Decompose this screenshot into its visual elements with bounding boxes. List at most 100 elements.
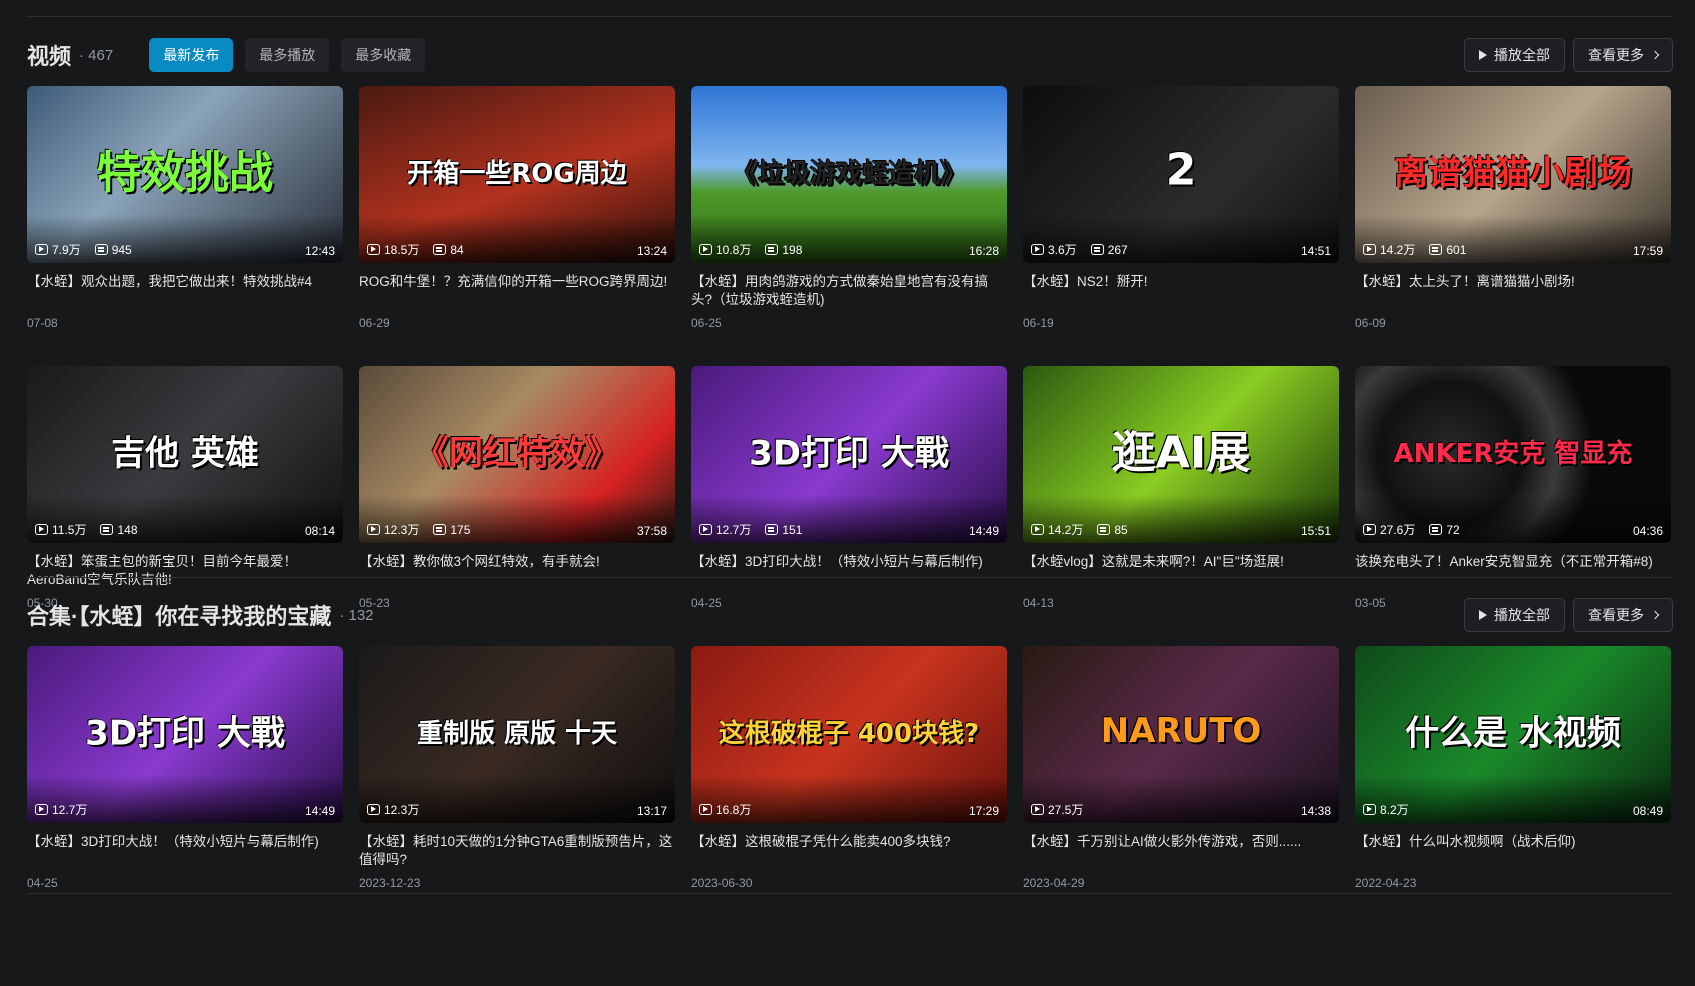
video-duration: 17:59 [1632,244,1663,258]
play-count-icon [699,804,712,815]
video-card[interactable]: 2 3.6万 267 14:51 【水蛭】NS2！掰开! 06-19 [1023,86,1339,349]
video-thumbnail[interactable]: 逛AI展 14.2万 85 15:51 [1023,366,1339,543]
video-thumbnail[interactable]: 这根破棍子 400块钱? 16.8万 17:29 [691,646,1007,823]
video-card[interactable]: 离谱猫猫小剧场 14.2万 601 17:59 【水蛭】太上头了！离谱猫猫小剧场! 06-… [1355,86,1671,349]
play-count-icon [367,804,380,815]
danmaku-count-value: 148 [117,522,138,537]
video-date: 04-25 [27,876,58,890]
danmaku-count: 267 [1090,243,1128,257]
view-count-value: 8.2万 [1380,803,1409,817]
play-all-button[interactable]: 播放全部 [1464,38,1565,72]
danmaku-icon [765,524,779,535]
see-more-label: 查看更多 [1588,607,1644,623]
video-card[interactable]: 《垃圾游戏蛭造机》 10.8万 198 16:28 【水蛭】用肉鸽游戏的方式做秦始皇地宫… [691,86,1007,349]
video-card[interactable]: 3D打印 大戰 12.7万 151 14:49 【水蛭】3D打印大战！（特效小短片与幕后… [691,366,1007,629]
video-thumbnail[interactable]: 什么是 水视频 8.2万 08:49 [1355,646,1671,823]
danmaku-count: 85 [1097,523,1128,537]
video-duration: 16:28 [968,244,999,258]
video-card[interactable]: 3D打印 大戰 12.7万 14:49 【水蛭】3D打印大战！（特效小短片与幕后制作)… [27,646,343,909]
danmaku-count-value: 175 [450,522,471,537]
bottom-divider [27,893,1673,894]
video-card[interactable]: 这根破棍子 400块钱? 16.8万 17:29 【水蛭】这根破棍子凭什么能卖400多… [691,646,1007,909]
collection-see-more-button[interactable]: 查看更多 [1573,598,1673,632]
video-thumbnail[interactable]: ANKER安克 智显充 27.6万 72 04:36 [1355,366,1671,543]
video-stats: 14.2万 601 [1363,241,1466,258]
view-count: 27.5万 [1031,801,1083,818]
view-count: 12.7万 [699,521,751,538]
play-count-icon [367,524,380,535]
collection-play-all-button[interactable]: 播放全部 [1464,598,1565,632]
danmaku-icon [1090,244,1104,255]
video-card[interactable]: 什么是 水视频 8.2万 08:49 【水蛭】什么叫水视频啊（战术后仰) 2022-04… [1355,646,1671,909]
tab-most-favorited[interactable]: 最多收藏 [341,38,426,72]
video-stats: 7.9万 945 [35,241,132,258]
video-thumbnail[interactable]: 2 3.6万 267 14:51 [1023,86,1339,263]
video-title[interactable]: ROG和牛堡！？充满信仰的开箱一些ROG跨界周边! [359,273,675,309]
video-date: 06-19 [1023,316,1054,330]
video-thumbnail[interactable]: 离谱猫猫小剧场 14.2万 601 17:59 [1355,86,1671,263]
video-thumbnail[interactable]: 3D打印 大戰 12.7万 14:49 [27,646,343,823]
thumbnail-caption: 什么是 水视频 [1405,713,1621,754]
video-thumbnail[interactable]: 3D打印 大戰 12.7万 151 14:49 [691,366,1007,543]
video-thumbnail[interactable]: 《网红特效》 12.3万 175 37:58 [359,366,675,543]
video-card[interactable]: 逛AI展 14.2万 85 15:51 【水蛭vlog】这就是未来啊?！AI"巨"场逛展… [1023,366,1339,629]
video-title[interactable]: 【水蛭】教你做3个网红特效，有手就会! [359,553,675,589]
collection-count: · 132 [339,606,374,624]
view-count-value: 18.5万 [384,243,420,257]
video-card[interactable]: ANKER安克 智显充 27.6万 72 04:36 该换充电头了！Anker安克智显充… [1355,366,1671,629]
video-title[interactable]: 该换充电头了！Anker安克智显充（不正常开箱#8) [1355,553,1671,589]
video-title[interactable]: 【水蛭】这根破棍子凭什么能卖400多块钱? [691,833,1007,869]
view-count: 16.8万 [699,801,751,818]
video-card[interactable]: 特效挑战 7.9万 945 12:43 【水蛭】观众出题，我把它做出来！特效挑战#4 07… [27,86,343,349]
video-card[interactable]: 吉他 英雄 11.5万 148 08:14 【水蛭】笨蛋主包的新宝贝！目前今年最爱！Ae… [27,366,343,629]
view-count: 27.6万 [1363,521,1415,538]
video-thumbnail[interactable]: 《垃圾游戏蛭造机》 10.8万 198 16:28 [691,86,1007,263]
play-icon [1479,610,1487,620]
videos-count: · 467 [79,46,114,64]
video-title[interactable]: 【水蛭】NS2！掰开! [1023,273,1339,309]
video-title[interactable]: 【水蛭】千万别让AI做火影外传游戏，否则...... [1023,833,1339,869]
play-count-icon [35,244,48,255]
video-title[interactable]: 【水蛭】太上头了！离谱猫猫小剧场! [1355,273,1671,309]
video-title[interactable]: 【水蛭】笨蛋主包的新宝贝！目前今年最爱！AeroBand空气乐队吉他! [27,553,343,589]
danmaku-icon [433,244,447,255]
video-card[interactable]: 《网红特效》 12.3万 175 37:58 【水蛭】教你做3个网红特效，有手就会! 05… [359,366,675,629]
video-card[interactable]: NARUTO 27.5万 14:38 【水蛭】千万别让AI做火影外传游戏，否则....… [1023,646,1339,909]
video-thumbnail[interactable]: NARUTO 27.5万 14:38 [1023,646,1339,823]
video-title[interactable]: 【水蛭】3D打印大战！（特效小短片与幕后制作) [27,833,343,869]
danmaku-icon [100,524,114,535]
danmaku-count-value: 72 [1446,522,1460,537]
video-thumbnail[interactable]: 重制版 原版 十天 12.3万 13:17 [359,646,675,823]
video-thumbnail[interactable]: 吉他 英雄 11.5万 148 08:14 [27,366,343,543]
video-title[interactable]: 【水蛭】耗时10天做的1分钟GTA6重制版预告片，这值得吗? [359,833,675,869]
tab-latest[interactable]: 最新发布 [149,38,234,72]
thumbnail-caption: 3D打印 大戰 [85,713,285,754]
video-title[interactable]: 【水蛭】观众出题，我把它做出来！特效挑战#4 [27,273,343,309]
view-count: 12.3万 [367,521,419,538]
play-count-icon [699,524,712,535]
video-title[interactable]: 【水蛭vlog】这就是未来啊?！AI"巨"场逛展! [1023,553,1339,589]
video-stats: 14.2万 85 [1031,521,1128,538]
tab-most-played[interactable]: 最多播放 [245,38,330,72]
video-title[interactable]: 【水蛭】什么叫水视频啊（战术后仰) [1355,833,1671,869]
play-all-label: 播放全部 [1494,607,1550,623]
video-title[interactable]: 【水蛭】3D打印大战！（特效小短片与幕后制作) [691,553,1007,589]
video-stats: 10.8万 198 [699,241,802,258]
video-card[interactable]: 开箱一些ROG周边 18.5万 84 13:24 ROG和牛堡！？充满信仰的开箱一些RO… [359,86,675,349]
video-thumbnail[interactable]: 特效挑战 7.9万 945 12:43 [27,86,343,263]
video-date: 06-25 [691,316,722,330]
video-thumbnail[interactable]: 开箱一些ROG周边 18.5万 84 13:24 [359,86,675,263]
thumbnail-caption: ANKER安克 智显充 [1393,438,1633,469]
see-more-button[interactable]: 查看更多 [1573,38,1673,72]
video-title[interactable]: 【水蛭】用肉鸽游戏的方式做秦始皇地宫有没有搞头?（垃圾游戏蛭造机) [691,273,1007,309]
view-count-value: 14.2万 [1048,523,1084,537]
play-all-label: 播放全部 [1494,47,1550,63]
danmaku-icon [94,244,108,255]
video-card[interactable]: 重制版 原版 十天 12.3万 13:17 【水蛭】耗时10天做的1分钟GTA6重制版… [359,646,675,909]
section-divider [27,577,1673,578]
videos-title[interactable]: 视频 [27,39,71,71]
collection-title[interactable]: 合集·【水蛭】你在寻找我的宝藏 [27,599,331,631]
videos-section: 视频 · 467 最新发布 最多播放 最多收藏 播放全部 查看更多 特效挑战 7.… [27,38,1673,629]
view-count-value: 27.6万 [1380,523,1416,537]
video-stats: 27.6万 72 [1363,521,1460,538]
